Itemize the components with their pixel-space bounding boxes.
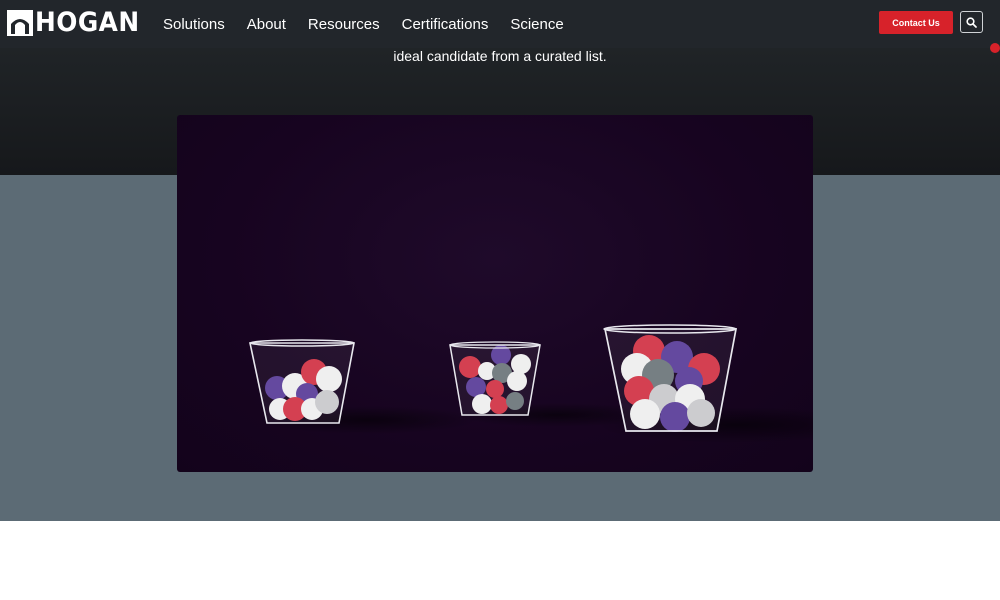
nav-item-solutions[interactable]: Solutions xyxy=(163,16,225,33)
jars-animation-video[interactable] xyxy=(177,115,813,472)
site-header: HOGAN Solutions About Resources Certific… xyxy=(0,0,1000,48)
jars-illustration xyxy=(249,324,813,443)
contact-us-button[interactable]: Contact Us xyxy=(879,11,953,34)
jar-right xyxy=(603,324,738,432)
logo[interactable]: HOGAN xyxy=(7,9,149,37)
search-button[interactable] xyxy=(960,11,983,33)
hero-text: ideal candidate from a curated list. xyxy=(393,48,607,64)
nav-item-about[interactable]: About xyxy=(247,16,286,33)
hogan-arch-logo-icon xyxy=(7,10,33,36)
nav-item-science[interactable]: Science xyxy=(510,16,563,33)
notification-dot xyxy=(990,43,1000,53)
jar-left xyxy=(249,339,355,424)
main-nav: Solutions About Resources Certifications… xyxy=(163,0,586,48)
jar-middle xyxy=(449,341,541,416)
logo-text: HOGAN xyxy=(35,7,140,38)
nav-item-resources[interactable]: Resources xyxy=(308,16,380,33)
search-icon xyxy=(966,16,977,28)
nav-item-certifications[interactable]: Certifications xyxy=(402,16,489,33)
